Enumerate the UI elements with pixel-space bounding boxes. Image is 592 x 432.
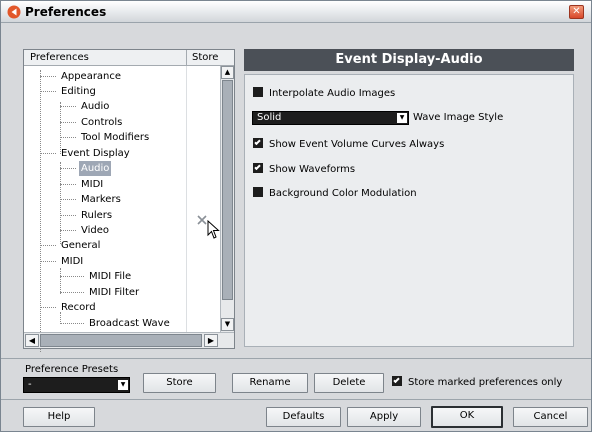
arrow-down-icon: ▼ <box>224 320 231 328</box>
column-header-preferences[interactable]: Preferences <box>30 52 89 63</box>
divider <box>1 399 591 400</box>
scroll-up-button[interactable]: ▲ <box>221 66 234 79</box>
dropdown-value: Solid <box>257 112 282 123</box>
checkmark-icon <box>254 138 261 146</box>
horizontal-scroll-thumb[interactable] <box>40 334 202 347</box>
delete-preset-button[interactable]: Delete <box>314 373 384 393</box>
tree-item-label: MIDI File <box>89 271 132 282</box>
store-preset-button[interactable]: Store <box>143 373 216 393</box>
tree-item-general[interactable]: General <box>40 238 102 253</box>
wave-image-style-label: Wave Image Style <box>413 112 504 123</box>
checkbox-label: Show Waveforms <box>269 164 356 175</box>
preference-presets-label: Preference Presets <box>25 364 119 375</box>
show-waveforms-checkbox[interactable]: Show Waveforms <box>253 163 355 177</box>
app-logo-icon <box>7 5 21 19</box>
checkbox-label: Background Color Modulation <box>269 188 417 199</box>
arrow-right-icon: ▶ <box>207 336 215 345</box>
tree-item-tool-modifiers[interactable]: Tool Modifiers <box>60 130 151 145</box>
tree-vertical-scrollbar[interactable]: ▲ ▼ <box>220 66 234 332</box>
interpolate-audio-images-checkbox[interactable]: Interpolate Audio Images <box>253 87 395 101</box>
tree-item-label: Video <box>81 225 110 236</box>
close-icon: ✕ <box>572 6 581 17</box>
tree-item-label: Audio <box>81 101 110 112</box>
tree-item-label: Markers <box>81 194 121 205</box>
tree-item-label: General <box>61 240 101 251</box>
tree-item-editing[interactable]: Editing <box>40 84 98 99</box>
tree-item-midi[interactable]: MIDI <box>40 254 85 269</box>
store-column-divider <box>186 66 187 332</box>
tree-item-label: Record <box>61 302 96 313</box>
arrow-left-icon: ◀ <box>28 336 36 345</box>
tree-item-markers[interactable]: Markers <box>60 192 123 207</box>
tree-item-label: MIDI <box>61 256 84 267</box>
vertical-scroll-thumb[interactable] <box>222 80 233 300</box>
scroll-left-button[interactable]: ◀ <box>25 334 39 347</box>
tree-header: Preferences Store <box>24 50 234 66</box>
preferences-window: Preferences ✕ Preferences Store Appearan… <box>0 0 592 432</box>
show-volume-curves-checkbox[interactable]: Show Event Volume Curves Always <box>253 138 444 152</box>
checkbox-label: Interpolate Audio Images <box>269 88 396 99</box>
checkbox-box <box>253 87 263 97</box>
checkbox-label: Show Event Volume Curves Always <box>269 139 445 150</box>
tree-item-record[interactable]: Record <box>40 300 98 315</box>
dropdown-value: - <box>28 379 32 390</box>
tree-item-editing-audio[interactable]: Audio <box>60 99 111 114</box>
tree-item-midi-file[interactable]: MIDI File <box>60 269 133 284</box>
defaults-button[interactable]: Defaults <box>266 407 341 427</box>
scroll-down-button[interactable]: ▼ <box>221 318 234 331</box>
tree-item-appearance[interactable]: Appearance <box>40 69 123 84</box>
tree-item-midi-filter[interactable]: MIDI Filter <box>60 285 141 300</box>
tree-item-label: Appearance <box>61 71 122 82</box>
checkmark-icon <box>393 376 400 384</box>
tree-item-video[interactable]: Video <box>60 223 111 238</box>
tree-item-event-display-midi[interactable]: MIDI <box>60 177 105 192</box>
tree-item-label: Controls <box>81 117 123 128</box>
tree-item-controls[interactable]: Controls <box>60 115 124 130</box>
help-button[interactable]: Help <box>23 407 95 427</box>
column-divider[interactable] <box>186 50 187 66</box>
settings-panel: Interpolate Audio Images Solid ▼ Wave Im… <box>244 74 574 347</box>
tree-item-label: Tool Modifiers <box>81 132 150 143</box>
checkbox-label: Store marked preferences only <box>408 377 563 388</box>
tree-item-label: Event Display <box>61 148 130 159</box>
wave-image-style-dropdown[interactable]: Solid ▼ <box>252 111 409 125</box>
tree-item-label: MIDI <box>81 179 104 190</box>
tree-item-label: Audio <box>79 161 112 176</box>
tree-item-event-display[interactable]: Event Display <box>40 146 132 161</box>
apply-button[interactable]: Apply <box>347 407 421 427</box>
background-color-modulation-checkbox[interactable]: Background Color Modulation <box>253 187 417 201</box>
checkbox-box <box>253 187 263 197</box>
store-marked-only-checkbox[interactable]: Store marked preferences only <box>392 376 562 388</box>
tree-item-label: Rulers <box>81 210 113 221</box>
chevron-down-icon: ▼ <box>118 380 128 390</box>
checkbox-box <box>253 163 263 173</box>
mouse-cursor-icon <box>207 220 220 239</box>
title-bar: Preferences ✕ <box>1 1 591 23</box>
chevron-down-icon: ▼ <box>397 113 407 123</box>
tree-horizontal-scrollbar[interactable]: ◀ ▶ <box>24 332 234 348</box>
preferences-tree: Preferences Store Appearance Editing Aud… <box>23 49 235 352</box>
scroll-right-button[interactable]: ▶ <box>204 334 218 347</box>
checkbox-box <box>253 138 263 148</box>
column-header-store[interactable]: Store <box>192 52 218 63</box>
checkmark-icon <box>254 163 261 171</box>
cancel-button[interactable]: Cancel <box>513 407 588 427</box>
tree-item-event-display-audio[interactable]: Audio <box>60 161 112 176</box>
tree-item-label: Editing <box>61 86 96 97</box>
tree-item-broadcast-wave[interactable]: Broadcast Wave <box>60 316 172 331</box>
rename-preset-button[interactable]: Rename <box>232 373 308 393</box>
preference-presets-dropdown[interactable]: - ▼ <box>23 377 130 393</box>
arrow-up-icon: ▲ <box>224 68 231 76</box>
tree-item-rulers[interactable]: Rulers <box>60 208 114 223</box>
window-title: Preferences <box>25 5 107 19</box>
ok-button[interactable]: OK <box>431 406 503 428</box>
tree-item-label: MIDI Filter <box>89 287 140 298</box>
tree-item-label: Broadcast Wave <box>89 318 170 329</box>
settings-page-title: Event Display-Audio <box>244 49 574 71</box>
divider <box>1 358 591 359</box>
checkbox-box <box>392 376 402 386</box>
close-button[interactable]: ✕ <box>569 5 584 19</box>
